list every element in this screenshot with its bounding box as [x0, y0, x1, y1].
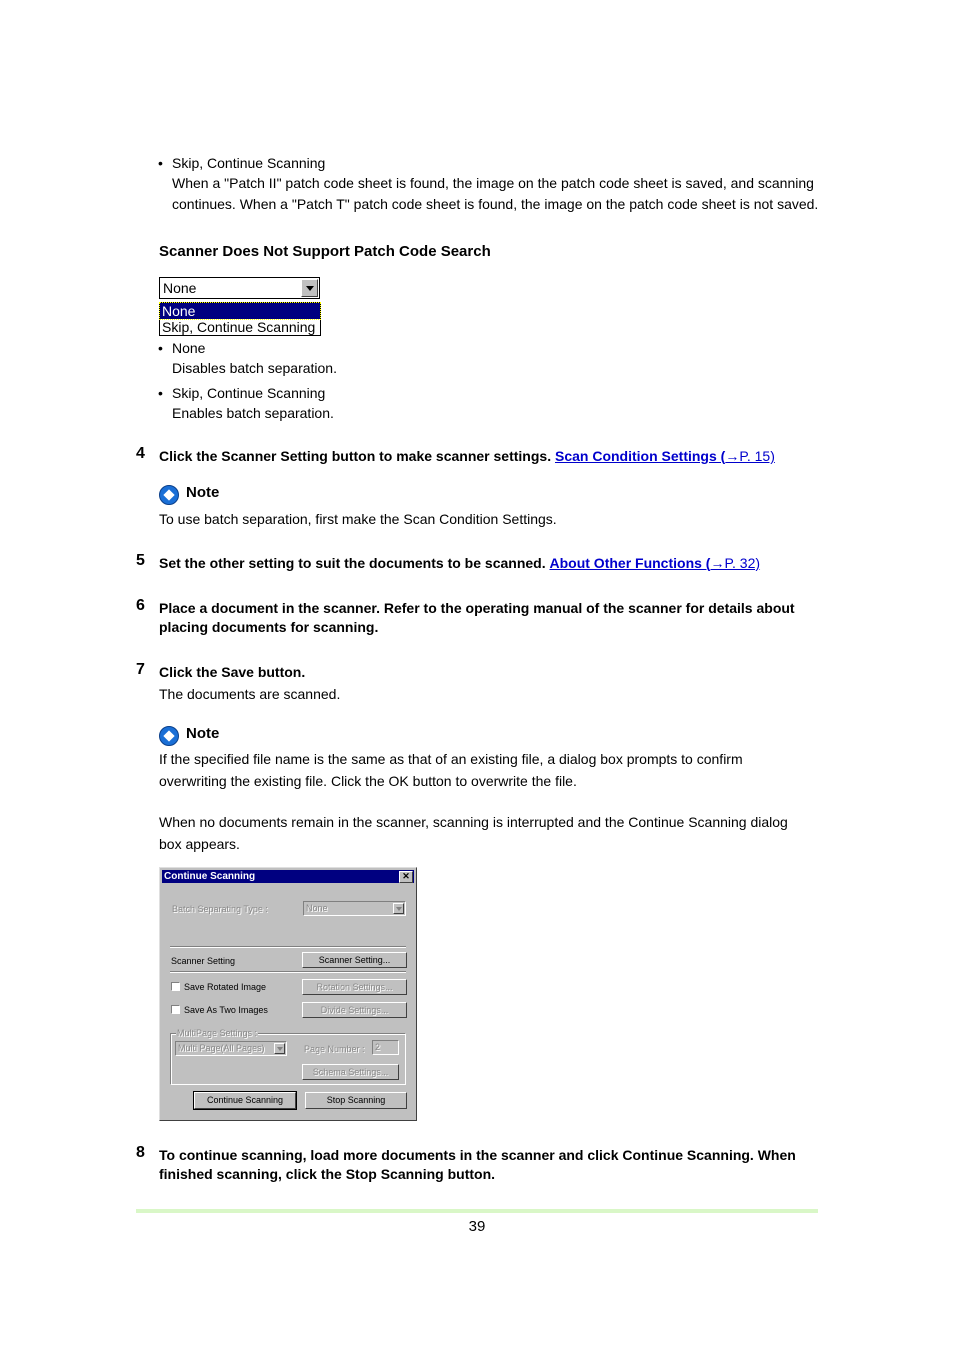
chevron-down-icon	[274, 1043, 285, 1054]
dropdown-option[interactable]: None	[159, 302, 321, 320]
note-icon	[159, 485, 179, 505]
divider	[170, 946, 406, 948]
save-rotated-checkbox[interactable]	[171, 982, 180, 991]
bullet-dot: •	[158, 385, 163, 401]
step-text: Set the other setting to suit the docume…	[159, 555, 546, 571]
chevron-down-icon[interactable]	[301, 279, 318, 297]
chevron-down-icon	[393, 903, 404, 914]
multipage-group-label: MultiPage Settings :	[176, 1028, 259, 1038]
note-text: box appears.	[159, 836, 240, 852]
batch-type-dropdown[interactable]: None	[159, 277, 320, 299]
save-two-images-label: Save As Two Images	[184, 1005, 268, 1015]
multipage-select: Multi Page(All Pages)	[175, 1041, 287, 1056]
option-desc: Disables batch separation.	[172, 360, 337, 376]
dialog-title-bar: Continue Scanning ✕	[162, 870, 414, 883]
note-label: Note	[186, 484, 220, 501]
option-title: None	[172, 340, 206, 356]
dropdown-value: None	[163, 280, 197, 296]
rotation-settings-button[interactable]: Rotation Settings...	[302, 979, 407, 995]
page-number-label: Page Number :	[304, 1044, 365, 1054]
save-rotated-label: Save Rotated Image	[184, 982, 267, 992]
dialog-title: Continue Scanning	[164, 871, 256, 882]
step-text: finished scanning, click the Stop Scanni…	[159, 1166, 496, 1182]
scanner-setting-button[interactable]: Scanner Setting...	[302, 952, 407, 968]
note-text: When no documents remain in the scanner,…	[159, 814, 788, 830]
stop-scanning-button[interactable]: Stop Scanning	[305, 1092, 407, 1109]
note-icon	[159, 726, 179, 746]
divider	[170, 971, 406, 973]
about-other-functions-link[interactable]: About Other Functions (→P. 32)	[549, 555, 760, 571]
bullet-desc-line: continues. When a "Patch T" patch code s…	[172, 196, 819, 212]
schema-settings-button[interactable]: Schema Settings...	[302, 1064, 399, 1080]
step-4: Click the Scanner Setting button to make…	[159, 446, 775, 466]
continue-scanning-button[interactable]: Continue Scanning	[193, 1091, 297, 1110]
bullet-title: Skip, Continue Scanning	[172, 155, 326, 171]
step-number: 4	[136, 445, 145, 462]
step-number: 7	[136, 661, 145, 678]
batch-type-label: Batch Separating Type :	[172, 904, 268, 914]
note-text: overwriting the existing file. Click the…	[159, 773, 577, 789]
option-desc: Enables batch separation.	[172, 405, 334, 421]
step-text: Click the Save button.	[159, 664, 306, 680]
dropdown-list[interactable]: None Skip, Continue Scanning	[159, 302, 321, 336]
step-number: 5	[136, 552, 145, 569]
close-icon[interactable]: ✕	[399, 871, 413, 883]
step-text: Click the Scanner Setting button to make…	[159, 448, 552, 464]
bullet-desc-line: When a "Patch II" patch code sheet is fo…	[172, 175, 814, 191]
continue-scanning-dialog: Continue Scanning ✕ Batch Separating Typ…	[159, 867, 417, 1121]
step-text: placing documents for scanning.	[159, 619, 379, 635]
bullet-dot: •	[158, 155, 163, 171]
step-5: Set the other setting to suit the docume…	[159, 553, 760, 573]
step-text: To continue scanning, load more document…	[159, 1147, 796, 1163]
bullet-dot: •	[158, 340, 163, 356]
footer-divider	[136, 1209, 818, 1213]
step-subtext: The documents are scanned.	[159, 686, 341, 702]
scan-condition-settings-link[interactable]: Scan Condition Settings (→P. 15)	[555, 448, 775, 464]
note-text: If the specified file name is the same a…	[159, 751, 743, 767]
note-label: Note	[186, 725, 220, 742]
step-number: 6	[136, 597, 145, 614]
section-heading: Scanner Does Not Support Patch Code Sear…	[159, 243, 491, 260]
save-two-images-checkbox[interactable]	[171, 1005, 180, 1014]
batch-type-select: None	[303, 901, 406, 916]
page-number: 39	[468, 1218, 486, 1235]
page-number-field: 2	[372, 1040, 399, 1055]
divide-settings-button[interactable]: Divide Settings...	[302, 1002, 407, 1018]
multipage-value: Multi Page(All Pages)	[178, 1043, 265, 1053]
note-text: To use batch separation, first make the …	[159, 511, 557, 527]
scanner-setting-label: Scanner Setting	[171, 956, 236, 966]
option-title: Skip, Continue Scanning	[172, 385, 326, 401]
step-text: Place a document in the scanner. Refer t…	[159, 600, 795, 616]
dropdown-option[interactable]: Skip, Continue Scanning	[160, 319, 320, 335]
step-number: 8	[136, 1144, 145, 1161]
batch-type-value: None	[306, 903, 328, 913]
